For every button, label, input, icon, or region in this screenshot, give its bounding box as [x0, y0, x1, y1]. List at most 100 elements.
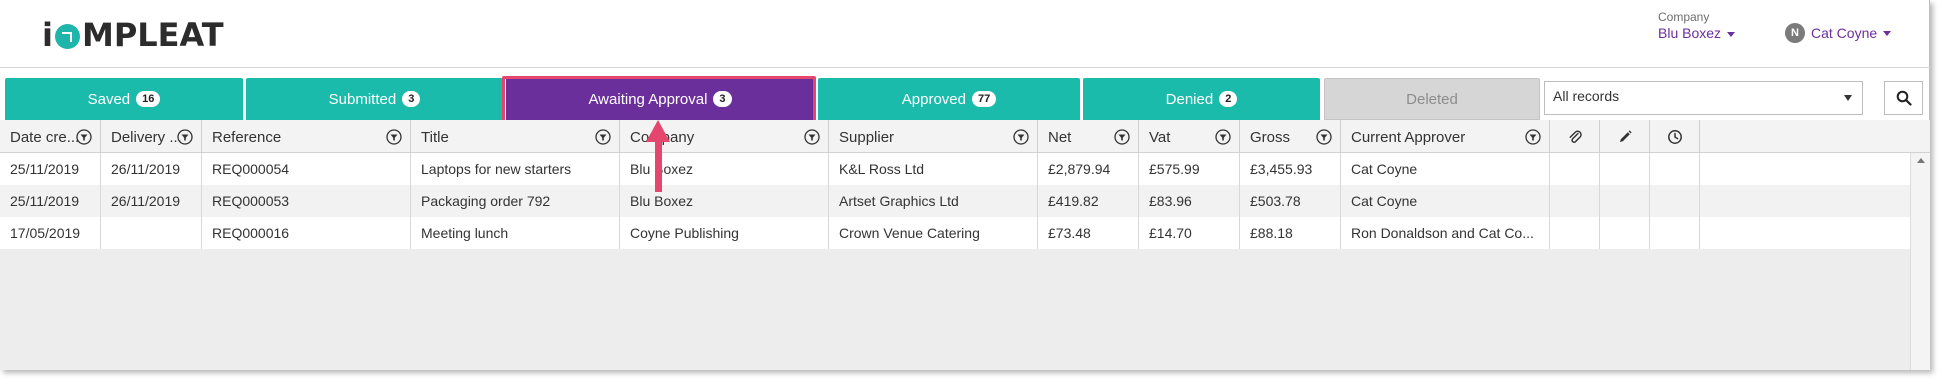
tab-label: Approved — [901, 90, 966, 108]
cell-company: Blu Boxez — [620, 153, 829, 185]
filter-icon[interactable] — [804, 129, 820, 145]
filter-icon[interactable] — [595, 129, 611, 145]
table-row[interactable]: 25/11/2019 26/11/2019 REQ000053 Packagin… — [0, 185, 1910, 217]
chevron-down-icon — [1727, 31, 1736, 37]
tab-label: Saved — [87, 90, 131, 108]
column-header-current-approver[interactable]: Current Approver — [1341, 120, 1550, 153]
table-row[interactable]: 25/11/2019 26/11/2019 REQ000054 Laptops … — [0, 153, 1910, 185]
cell-history — [1650, 153, 1700, 185]
column-header-label: Reference — [212, 129, 282, 146]
column-header-label: Title — [421, 129, 449, 146]
cell-reference: REQ000053 — [202, 185, 411, 217]
column-header-edit[interactable] — [1600, 120, 1650, 153]
count-badge: 77 — [971, 91, 997, 107]
logo-text-prefix: i — [42, 16, 53, 54]
column-header-label: Gross — [1250, 129, 1291, 146]
cell-net: £73.48 — [1038, 217, 1139, 249]
cell-delivery: 26/11/2019 — [101, 153, 202, 185]
cell-current-approver: Cat Coyne — [1341, 153, 1550, 185]
column-header-label: Current Approver — [1351, 129, 1466, 146]
scroll-up-icon[interactable] — [1917, 158, 1925, 163]
company-selector[interactable]: Company Blu Boxez — [1658, 10, 1736, 41]
filter-icon[interactable] — [76, 129, 92, 145]
tab-approved[interactable]: Approved 77 — [818, 78, 1080, 120]
tab-deleted[interactable]: Deleted — [1324, 78, 1540, 120]
cell-reference: REQ000054 — [202, 153, 411, 185]
tab-label: Submitted — [328, 90, 397, 108]
icompleat-logo[interactable]: i MPLEAT — [42, 15, 224, 55]
paperclip-icon — [1569, 130, 1582, 143]
cell-edit — [1600, 185, 1650, 217]
logo-text-suffix: MPLEAT — [81, 16, 224, 54]
cell-net: £2,879.94 — [1038, 153, 1139, 185]
highlight-box — [502, 76, 816, 123]
column-header-gross[interactable]: Gross — [1240, 120, 1341, 153]
cell-vat: £83.96 — [1139, 185, 1240, 217]
column-header-date-created[interactable]: Date cre... — [0, 120, 101, 153]
cell-company: Blu Boxez — [620, 185, 829, 217]
column-header-reference[interactable]: Reference — [202, 120, 411, 153]
filter-icon[interactable] — [386, 129, 402, 145]
chevron-down-icon — [1844, 95, 1852, 101]
records-filter-value: All records — [1553, 88, 1620, 104]
avatar: N — [1785, 23, 1805, 43]
user-name: Cat Coyne — [1811, 25, 1878, 41]
cell-reference: REQ000016 — [202, 217, 411, 249]
filter-icon[interactable] — [177, 129, 193, 145]
records-filter-select[interactable]: All records — [1544, 81, 1863, 115]
column-header-delivery[interactable]: Delivery ... — [101, 120, 202, 153]
count-badge: 3 — [402, 91, 421, 107]
column-header-label: Date cre... — [10, 129, 80, 146]
search-button[interactable] — [1884, 81, 1923, 115]
filter-icon[interactable] — [1114, 129, 1130, 145]
logo-ring-icon — [54, 24, 80, 49]
column-header-attachments[interactable] — [1550, 120, 1600, 153]
cell-attachments — [1550, 185, 1600, 217]
vertical-scrollbar[interactable] — [1910, 153, 1930, 370]
cell-history — [1650, 185, 1700, 217]
table-row[interactable]: 17/05/2019 REQ000016 Meeting lunch Coyne… — [0, 217, 1910, 249]
company-dropdown[interactable]: Blu Boxez — [1658, 25, 1736, 41]
tab-submitted[interactable]: Submitted 3 — [246, 78, 503, 120]
column-header-label: Supplier — [839, 129, 895, 146]
count-badge: 2 — [1219, 91, 1238, 107]
table-header: Date cre... Delivery ... Reference Title… — [0, 120, 1930, 153]
column-header-vat[interactable]: Vat — [1139, 120, 1240, 153]
annotation-arrow — [655, 140, 662, 192]
tab-saved[interactable]: Saved 16 — [5, 78, 243, 120]
cell-vat: £575.99 — [1139, 153, 1240, 185]
cell-title: Laptops for new starters — [411, 153, 620, 185]
clock-icon — [1668, 130, 1682, 144]
cell-delivery: 26/11/2019 — [101, 185, 202, 217]
column-header-label: Net — [1048, 129, 1072, 146]
filter-icon[interactable] — [1525, 129, 1541, 145]
cell-title: Meeting lunch — [411, 217, 620, 249]
cell-vat: £14.70 — [1139, 217, 1240, 249]
cell-net: £419.82 — [1038, 185, 1139, 217]
cell-date-created: 17/05/2019 — [0, 217, 101, 249]
tab-denied[interactable]: Denied 2 — [1083, 78, 1320, 120]
cell-gross: £88.18 — [1240, 217, 1341, 249]
column-header-history[interactable] — [1650, 120, 1700, 153]
cell-current-approver: Ron Donaldson and Cat Co... — [1341, 217, 1550, 249]
cell-supplier: Crown Venue Catering — [829, 217, 1038, 249]
app-window: i MPLEAT Company Blu Boxez N Cat Coyne Sa… — [0, 0, 1930, 370]
filter-icon[interactable] — [1316, 129, 1332, 145]
column-header-net[interactable]: Net — [1038, 120, 1139, 153]
column-header-label: Delivery ... — [111, 129, 182, 146]
cell-attachments — [1550, 217, 1600, 249]
cell-delivery — [101, 217, 202, 249]
tab-label: Denied — [1165, 90, 1214, 108]
column-header-title[interactable]: Title — [411, 120, 620, 153]
filter-icon[interactable] — [1013, 129, 1029, 145]
filter-icon[interactable] — [1215, 129, 1231, 145]
cell-date-created: 25/11/2019 — [0, 185, 101, 217]
user-menu[interactable]: N Cat Coyne — [1785, 23, 1892, 43]
column-header-supplier[interactable]: Supplier — [829, 120, 1038, 153]
cell-gross: £503.78 — [1240, 185, 1341, 217]
cell-gross: £3,455.93 — [1240, 153, 1341, 185]
company-value: Blu Boxez — [1658, 25, 1722, 41]
arrow-up-icon — [646, 120, 670, 142]
cell-attachments — [1550, 153, 1600, 185]
cell-company: Coyne Publishing — [620, 217, 829, 249]
